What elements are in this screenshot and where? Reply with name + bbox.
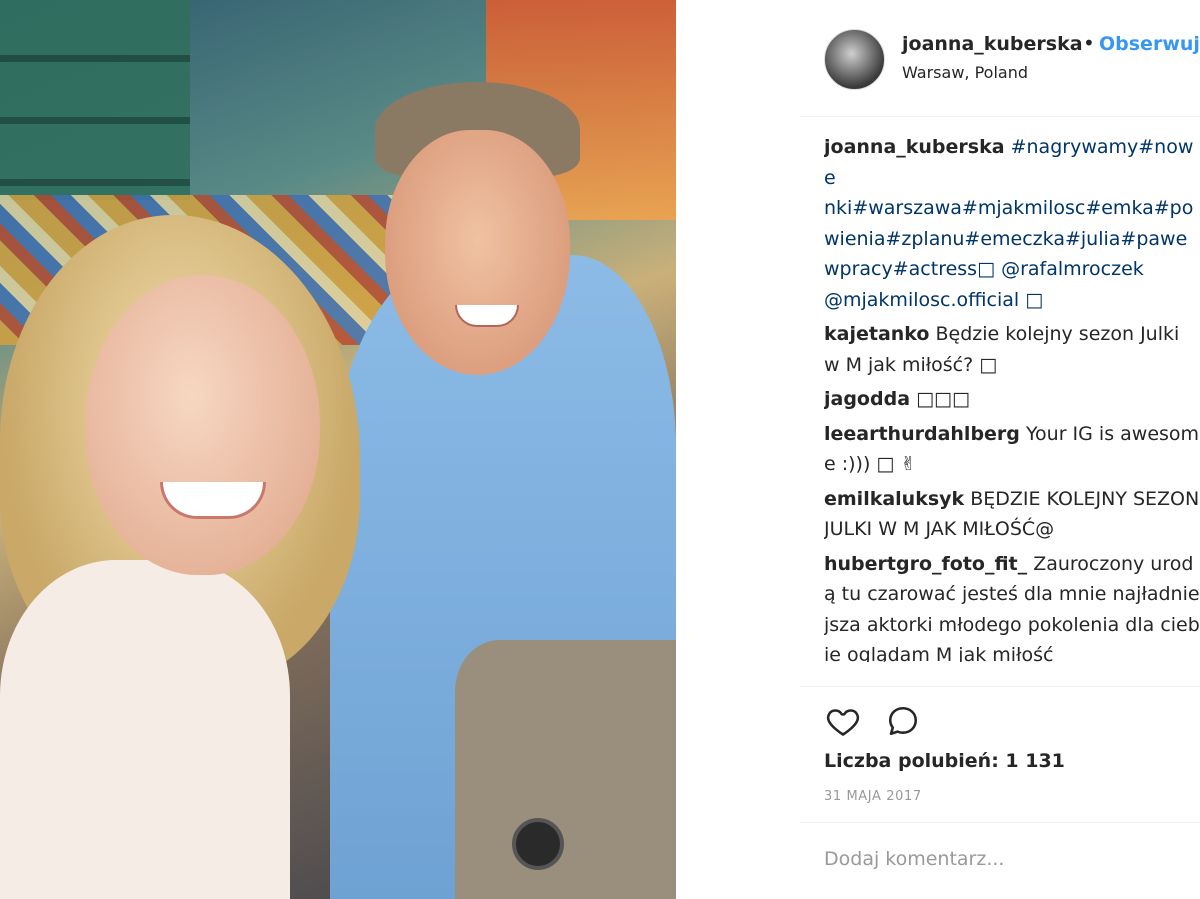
post-photo[interactable] <box>0 0 676 899</box>
photo-woman-face <box>85 275 320 575</box>
caption-line[interactable]: @mjakmilosc.official □ <box>824 289 1043 311</box>
caption: joanna_kuberska #nagrywamy#nowe nki#wars… <box>824 132 1200 315</box>
avatar[interactable] <box>824 29 885 90</box>
comment-item: emilkaluksyk BĘDZIE KOLEJNY SEZON JULKI … <box>824 484 1200 545</box>
add-comment-input[interactable] <box>824 848 1200 870</box>
comment-username[interactable]: kajetanko <box>824 323 929 345</box>
comment-item: leearthurdahlberg Your IG is awesome :))… <box>824 419 1200 480</box>
photo-shelf <box>0 0 190 200</box>
comment-input-divider <box>800 822 1200 823</box>
caption-line[interactable]: nki#warszawa#mjakmilosc#emka#po <box>824 197 1193 219</box>
post-date[interactable]: 31 MAJA 2017 <box>824 789 922 804</box>
likes-count[interactable]: Liczba polubień: 1 131 <box>824 750 1065 772</box>
actions-divider <box>800 686 1200 687</box>
comment-item: kajetanko Będzie kolejny sezon Julki w M… <box>824 319 1200 380</box>
heart-icon[interactable] <box>824 703 862 739</box>
photo-man-face <box>385 130 570 375</box>
comment-item: hubertgro_foto_fit_ Zauroczony urodą tu … <box>824 549 1200 663</box>
post-header: joanna_kuberska • Obserwuj Warsaw, Polan… <box>676 0 1200 116</box>
photo-man-pants <box>455 640 676 899</box>
comment-bubble-icon[interactable] <box>884 703 922 739</box>
caption-username[interactable]: joanna_kuberska <box>824 136 1005 158</box>
comment-text: □□□ <box>916 388 970 410</box>
comment-username[interactable]: emilkaluksyk <box>824 488 964 510</box>
caption-line[interactable]: wienia#zplanu#emeczka#julia#pawe <box>824 228 1187 250</box>
comment-item: jagodda □□□ <box>824 384 1200 415</box>
comment-username[interactable]: hubertgro_foto_fit_ <box>824 553 1027 575</box>
comments-list: joanna_kuberska #nagrywamy#nowe nki#wars… <box>824 132 1200 662</box>
header-divider <box>800 116 1200 117</box>
header-separator: • <box>1083 31 1095 55</box>
caption-line[interactable]: wpracy#actress□ @rafalmroczek <box>824 258 1144 280</box>
location-link[interactable]: Warsaw, Poland <box>902 63 1028 82</box>
photo-watch <box>512 818 564 870</box>
header-username[interactable]: joanna_kuberska <box>902 33 1083 55</box>
comment-username[interactable]: jagodda <box>824 388 910 410</box>
follow-button[interactable]: Obserwuj <box>1099 33 1200 55</box>
comment-username[interactable]: leearthurdahlberg <box>824 423 1020 445</box>
photo-woman-top <box>0 560 290 899</box>
